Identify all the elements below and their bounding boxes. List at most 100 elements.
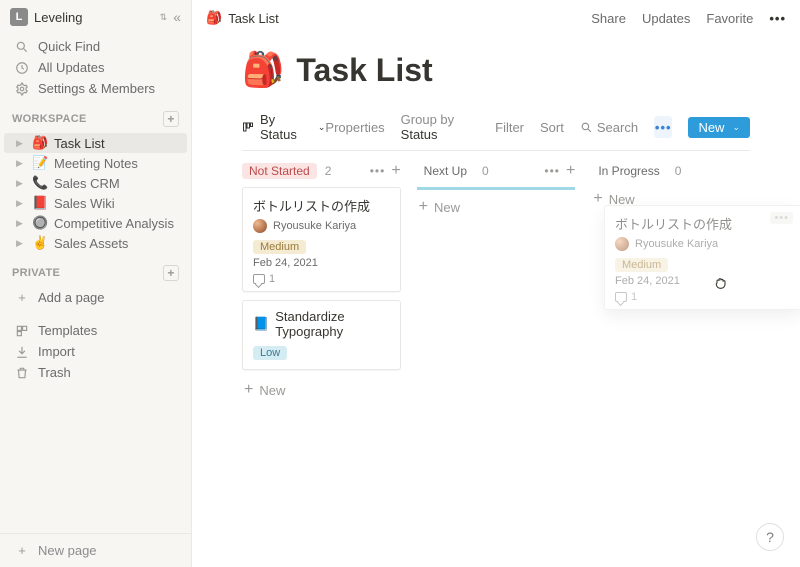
sidebar-page-task-list[interactable]: ▶ 🎒 Task List <box>4 133 187 153</box>
sidebar-page-competitive-analysis[interactable]: ▶ 🔘 Competitive Analysis <box>4 213 187 233</box>
column-title[interactable]: Next Up <box>417 163 474 179</box>
column-next-up: Next Up 0 ••• + + New <box>417 163 576 402</box>
drop-indicator <box>417 187 576 190</box>
chevron-down-icon: ⌄ <box>732 122 740 133</box>
collapse-sidebar-button[interactable]: « <box>173 9 181 25</box>
gear-icon <box>14 82 30 96</box>
breadcrumb[interactable]: Task List <box>228 11 279 26</box>
sort-button[interactable]: Sort <box>540 120 564 135</box>
import-icon <box>14 345 30 359</box>
column-add-button[interactable]: + <box>566 163 575 179</box>
trash-icon <box>14 366 30 380</box>
workspace-switcher[interactable]: L Leveling ⇅ « <box>0 0 191 34</box>
new-card-button[interactable]: + New <box>417 195 576 219</box>
help-button[interactable]: ? <box>756 523 784 551</box>
updates-button[interactable]: Updates <box>642 11 690 26</box>
import-label: Import <box>38 344 75 359</box>
chevron-updown-icon: ⇅ <box>160 12 168 23</box>
card-date: Feb 24, 2021 <box>253 257 390 269</box>
page-label: Sales Wiki <box>54 196 115 211</box>
card[interactable]: 📘 Standardize Typography Low <box>242 300 401 370</box>
add-page[interactable]: + Add a page <box>4 287 187 308</box>
card-title: ボトルリストの作成 <box>615 214 791 233</box>
all-updates-label: All Updates <box>38 60 104 75</box>
sidebar-page-sales-wiki[interactable]: ▶ 📕 Sales Wiki <box>4 193 187 213</box>
card[interactable]: ボトルリストの作成 Ryousuke Kariya Medium Feb 24,… <box>242 187 401 292</box>
quick-find-label: Quick Find <box>38 39 100 54</box>
workspace-section-header: WORKSPACE + <box>0 101 191 131</box>
add-workspace-page-button[interactable]: + <box>163 111 179 127</box>
clock-icon <box>14 61 30 75</box>
filter-button[interactable]: Filter <box>495 120 524 135</box>
sidebar-page-sales-crm[interactable]: ▶ 📞 Sales CRM <box>4 173 187 193</box>
settings-label: Settings & Members <box>38 81 155 96</box>
private-section-header: PRIVATE + <box>0 255 191 285</box>
chevron-down-icon: ⌄ <box>318 122 326 133</box>
priority-badge: Low <box>253 346 287 360</box>
new-page-label: New page <box>38 543 97 558</box>
page-label: Competitive Analysis <box>54 216 174 231</box>
import[interactable]: Import <box>4 341 187 362</box>
caret-icon: ▶ <box>16 238 26 249</box>
page-emoji: 🔘 <box>32 215 48 231</box>
caret-icon: ▶ <box>16 178 26 189</box>
view-picker[interactable]: By Status ⌄ <box>242 112 325 142</box>
card-title: 📘 Standardize Typography <box>253 309 390 339</box>
breadcrumb-emoji: 🎒 <box>206 10 222 26</box>
workspace-icon: L <box>10 8 28 26</box>
page-title[interactable]: Task List <box>296 52 432 89</box>
favorite-button[interactable]: Favorite <box>706 11 753 26</box>
column-add-button[interactable]: + <box>391 163 400 179</box>
column-count: 0 <box>482 164 489 178</box>
main: 🎒 Task List Share Updates Favorite ••• 🎒… <box>192 0 800 567</box>
card-icon: 📘 <box>253 316 269 332</box>
settings-members[interactable]: Settings & Members <box>4 78 187 99</box>
column-more-button[interactable]: ••• <box>370 164 386 178</box>
sidebar-page-sales-assets[interactable]: ▶ ✌️ Sales Assets <box>4 233 187 253</box>
page-label: Sales Assets <box>54 236 128 251</box>
plus-icon: + <box>14 290 30 305</box>
view-more-button[interactable]: ••• <box>654 116 672 138</box>
view-name: By Status <box>260 112 312 142</box>
add-page-label: Add a page <box>38 290 105 305</box>
all-updates[interactable]: All Updates <box>4 57 187 78</box>
templates-icon <box>14 324 30 338</box>
new-button[interactable]: New⌄ <box>688 117 750 138</box>
card-assignee: Ryousuke Kariya <box>253 219 390 233</box>
new-page-button[interactable]: + New page <box>4 540 187 561</box>
board-view-icon <box>242 121 254 133</box>
column-title[interactable]: In Progress <box>591 163 666 179</box>
page-label: Task List <box>54 136 105 151</box>
priority-badge: Medium <box>615 258 668 272</box>
caret-icon: ▶ <box>16 218 26 229</box>
avatar <box>253 219 267 233</box>
search-icon <box>580 121 593 134</box>
column-count: 0 <box>675 164 682 178</box>
topbar: 🎒 Task List Share Updates Favorite ••• <box>192 0 800 32</box>
caret-icon: ▶ <box>16 198 26 209</box>
column-more-button[interactable]: ••• <box>544 164 560 178</box>
column-count: 2 <box>325 164 332 178</box>
caret-icon: ▶ <box>16 158 26 169</box>
templates[interactable]: Templates <box>4 320 187 341</box>
group-by-button[interactable]: Group by Status <box>401 112 479 142</box>
grab-cursor-icon <box>713 275 729 291</box>
properties-button[interactable]: Properties <box>325 120 384 135</box>
card-comments: 1 <box>615 291 791 303</box>
page-emoji: 📝 <box>32 155 48 171</box>
card-date: Feb 24, 2021 <box>615 275 791 287</box>
trash[interactable]: Trash <box>4 362 187 383</box>
share-button[interactable]: Share <box>591 11 626 26</box>
view-toolbar: By Status ⌄ Properties Group by Status F… <box>242 108 750 151</box>
workspace-name: Leveling <box>34 10 152 25</box>
add-private-page-button[interactable]: + <box>163 265 179 281</box>
search-button[interactable]: Search <box>580 120 638 135</box>
card-more-icon: ••• <box>770 212 793 224</box>
card-comments: 1 <box>253 273 390 285</box>
page-emoji-large[interactable]: 🎒 <box>242 50 284 90</box>
column-title[interactable]: Not Started <box>242 163 317 179</box>
new-card-button[interactable]: + New <box>242 378 401 402</box>
quick-find[interactable]: Quick Find <box>4 36 187 57</box>
sidebar-page-meeting-notes[interactable]: ▶ 📝 Meeting Notes <box>4 153 187 173</box>
more-menu-button[interactable]: ••• <box>769 11 786 26</box>
